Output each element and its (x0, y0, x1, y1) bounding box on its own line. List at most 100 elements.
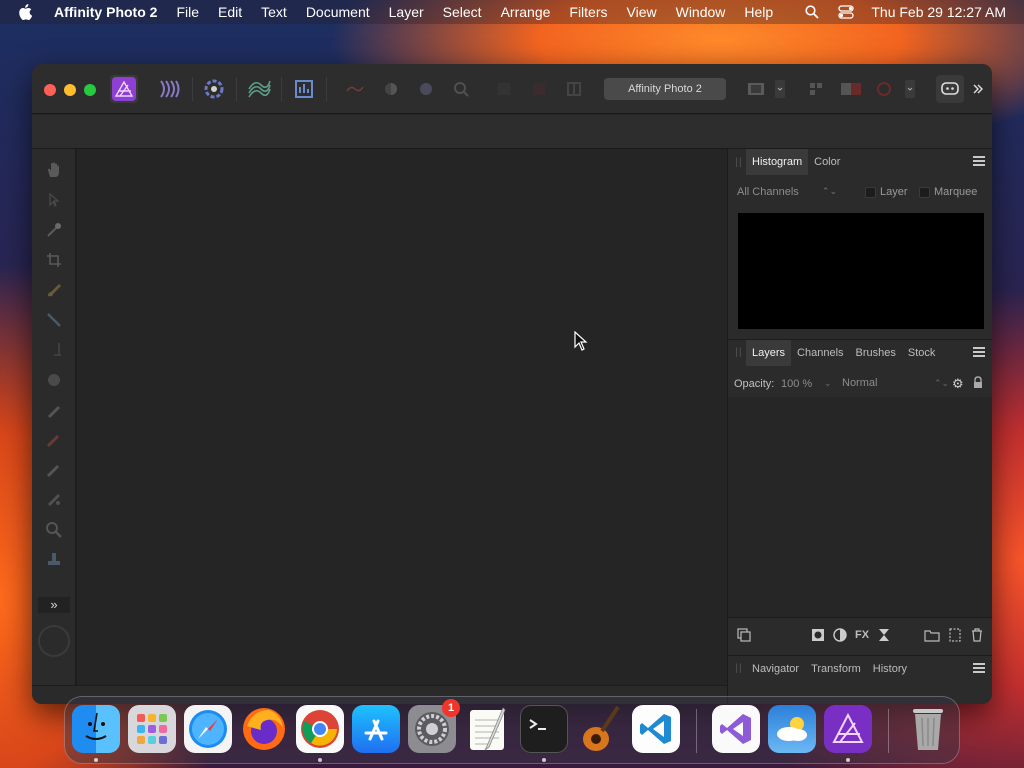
opacity-field[interactable]: 100 % (781, 378, 812, 390)
tab-color[interactable]: Color (808, 149, 846, 175)
export-persona-icon[interactable] (290, 75, 318, 103)
hand-tool-icon[interactable] (43, 159, 65, 181)
liquify-persona-icon[interactable] (156, 75, 184, 103)
search-icon[interactable] (803, 3, 821, 21)
auto-colors-icon[interactable] (412, 75, 440, 103)
zoom-window-button[interactable] (84, 84, 96, 96)
panel-grip-icon[interactable]: || (732, 340, 746, 366)
tab-layers[interactable]: Layers (746, 339, 792, 366)
minimize-window-button[interactable] (64, 84, 76, 96)
zoom-tool-icon[interactable] (43, 519, 65, 541)
apple-icon[interactable] (18, 4, 40, 20)
snapping-icon[interactable] (560, 75, 588, 103)
color-view-icon[interactable] (837, 75, 865, 103)
clone-tool-icon[interactable] (43, 369, 65, 391)
app-menu[interactable]: Affinity Photo 2 (54, 4, 157, 20)
develop-persona-icon[interactable] (200, 75, 228, 103)
trash-icon[interactable] (969, 627, 985, 643)
paint-brush-tool-icon[interactable] (43, 279, 65, 301)
tab-history[interactable]: History (867, 656, 913, 682)
assistant-dropdown-icon[interactable] (902, 75, 918, 103)
clock[interactable]: Thu Feb 29 12:27 AM (871, 4, 1006, 20)
layer-checkbox[interactable]: Layer (865, 186, 908, 198)
blur-tool-icon[interactable] (43, 489, 65, 511)
vscode-app-icon[interactable] (632, 705, 680, 753)
terminal-app-icon[interactable] (520, 705, 568, 753)
auto-contrast-icon[interactable] (377, 75, 405, 103)
crop-tool-icon[interactable] (43, 249, 65, 271)
menu-select[interactable]: Select (443, 4, 482, 20)
group-icon[interactable] (947, 627, 963, 643)
gear-icon[interactable]: ⚙ (952, 376, 964, 392)
panel-grip-icon[interactable]: || (732, 656, 746, 682)
tab-stock[interactable]: Stock (902, 340, 942, 366)
menu-text[interactable]: Text (261, 4, 287, 20)
launchpad-app-icon[interactable] (128, 705, 176, 753)
document-title[interactable]: Affinity Photo 2 (604, 78, 726, 100)
panel-menu-icon[interactable] (973, 663, 985, 675)
arrange-icon[interactable] (802, 75, 830, 103)
brush-tool-icon[interactable] (43, 399, 65, 421)
tab-histogram[interactable]: Histogram (746, 149, 809, 175)
dodge-tool-icon[interactable] (43, 429, 65, 451)
folder-icon[interactable] (924, 627, 940, 643)
safari-app-icon[interactable] (184, 705, 232, 753)
view-mode-icon[interactable] (742, 75, 770, 103)
chevron-down-icon[interactable]: ⌄ (824, 378, 832, 389)
system-settings-app-icon[interactable]: 1 (408, 699, 460, 753)
color-picker-tool-icon[interactable] (43, 219, 65, 241)
tab-navigator[interactable]: Navigator (746, 656, 805, 682)
selection-brush-tool-icon[interactable] (43, 309, 65, 331)
app-store-app-icon[interactable] (352, 705, 400, 753)
stamp-tool-icon[interactable] (43, 549, 65, 571)
tone-mapping-persona-icon[interactable] (245, 75, 273, 103)
erase-tool-icon[interactable] (43, 459, 65, 481)
expand-tools-icon[interactable]: » (38, 597, 70, 613)
blend-mode-select[interactable]: Normal (842, 377, 877, 389)
visual-studio-app-icon[interactable] (712, 705, 760, 753)
menu-filters[interactable]: Filters (569, 4, 607, 20)
lock-icon[interactable] (973, 376, 983, 392)
panel-menu-icon[interactable] (973, 156, 985, 168)
menu-view[interactable]: View (627, 4, 657, 20)
close-window-button[interactable] (44, 84, 56, 96)
weather-app-icon[interactable] (768, 705, 816, 753)
marquee-checkbox[interactable]: Marquee (919, 186, 977, 198)
photo-persona-icon[interactable] (110, 75, 138, 103)
studio-link-icon[interactable] (936, 75, 964, 103)
panel-grip-icon[interactable]: || (732, 149, 746, 175)
quick-mask-icon[interactable] (490, 75, 518, 103)
finder-app-icon[interactable] (72, 705, 120, 753)
menu-window[interactable]: Window (676, 4, 726, 20)
tab-channels[interactable]: Channels (791, 340, 849, 366)
control-center-icon[interactable] (837, 3, 855, 21)
menu-document[interactable]: Document (306, 4, 370, 20)
firefox-app-icon[interactable] (240, 705, 288, 753)
textedit-app-icon[interactable] (464, 705, 512, 753)
live-filter-icon[interactable] (876, 627, 892, 643)
color-wheel-icon[interactable] (38, 625, 70, 657)
auto-white-balance-icon[interactable] (447, 75, 475, 103)
flood-select-tool-icon[interactable] (43, 339, 65, 361)
tab-brushes[interactable]: Brushes (850, 340, 902, 366)
layers-list[interactable] (728, 397, 992, 617)
view-mode-dropdown-icon[interactable] (772, 75, 788, 103)
menu-file[interactable]: File (176, 4, 199, 20)
auto-levels-icon[interactable] (341, 75, 369, 103)
menu-arrange[interactable]: Arrange (501, 4, 551, 20)
garageband-app-icon[interactable] (576, 705, 624, 753)
menu-help[interactable]: Help (744, 4, 773, 20)
selection-mode-icon[interactable] (525, 75, 553, 103)
more-icon[interactable] (968, 75, 988, 103)
channel-select[interactable]: All Channels ⌃⌄ (737, 186, 837, 198)
tab-transform[interactable]: Transform (805, 656, 867, 682)
canvas-area[interactable] (76, 149, 727, 685)
menu-layer[interactable]: Layer (389, 4, 424, 20)
trash-app-icon[interactable] (904, 705, 952, 753)
panel-menu-icon[interactable] (973, 347, 985, 359)
menu-edit[interactable]: Edit (218, 4, 242, 20)
chrome-app-icon[interactable] (296, 705, 344, 753)
assistant-icon[interactable] (870, 75, 898, 103)
fx-icon[interactable]: FX (854, 627, 870, 643)
affinity-photo-app-icon[interactable] (824, 705, 872, 753)
